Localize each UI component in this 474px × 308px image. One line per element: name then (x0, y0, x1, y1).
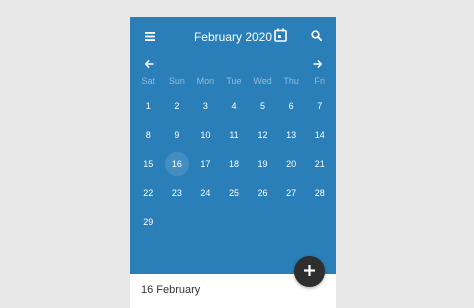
day-number: 14 (314, 129, 325, 140)
weekday-header: Sat Sun Mon Tue Wed Thu Fri (134, 73, 334, 89)
day-number: 16 (171, 158, 182, 169)
day-cell[interactable]: 5 (248, 91, 277, 120)
day-number: 10 (200, 129, 211, 140)
day-cell[interactable]: 15 (134, 149, 163, 178)
day-cell[interactable]: 6 (277, 91, 306, 120)
day-number: 18 (228, 158, 239, 169)
hamburger-menu-icon (145, 28, 155, 46)
day-number: 27 (286, 187, 297, 198)
day-cell[interactable]: 1 (134, 91, 163, 120)
previous-month-button[interactable] (134, 54, 164, 74)
day-number: 15 (143, 158, 154, 169)
day-cell[interactable]: 14 (305, 120, 334, 149)
day-number: 9 (174, 129, 180, 140)
arrow-right-icon (313, 55, 322, 73)
day-cell[interactable]: 20 (277, 149, 306, 178)
calendar-panel: February 2020 Sat Sun Mon Tue Wed Thu Fr… (130, 17, 336, 274)
day-cell[interactable]: 29 (134, 207, 163, 236)
day-number: 13 (286, 129, 297, 140)
day-number: 4 (231, 100, 237, 111)
day-number: 8 (145, 129, 151, 140)
today-button[interactable] (260, 17, 300, 57)
day-number: 29 (143, 216, 154, 227)
day-cell[interactable]: 17 (191, 149, 220, 178)
search-icon (310, 28, 322, 46)
day-cell[interactable]: 28 (305, 178, 334, 207)
day-cell[interactable]: 9 (163, 120, 192, 149)
day-cell[interactable]: 19 (248, 149, 277, 178)
day-number: 23 (171, 187, 182, 198)
day-number: 11 (229, 129, 239, 140)
weekday-label: Fri (314, 76, 325, 86)
calendar-icon (273, 28, 287, 47)
day-number: 1 (145, 100, 151, 111)
day-cell[interactable]: 12 (248, 120, 277, 149)
day-number: 7 (317, 100, 323, 111)
day-cell[interactable]: 21 (305, 149, 334, 178)
day-cell[interactable]: 8 (134, 120, 163, 149)
day-number: 21 (314, 158, 325, 169)
day-cell-selected[interactable]: 16 (163, 149, 192, 178)
day-number: 6 (288, 100, 294, 111)
top-bar: February 2020 (130, 17, 336, 57)
menu-button[interactable] (130, 17, 170, 57)
day-grid: 1 2 3 4 5 6 7 8 9 10 11 12 13 14 15 16 17 18 19 20 21 22 23 24 2… (134, 91, 334, 236)
day-cell[interactable]: 23 (163, 178, 192, 207)
day-number: 25 (228, 187, 239, 198)
day-number: 19 (257, 158, 268, 169)
day-number: 24 (200, 187, 211, 198)
day-cell[interactable]: 10 (191, 120, 220, 149)
weekday-label: Mon (196, 76, 215, 86)
day-cell[interactable]: 3 (191, 91, 220, 120)
day-number: 3 (202, 100, 208, 111)
weekday-label: Wed (253, 76, 272, 86)
day-number: 12 (257, 129, 268, 140)
day-cell[interactable]: 11 (220, 120, 249, 149)
day-cell[interactable]: 18 (220, 149, 249, 178)
day-cell[interactable]: 7 (305, 91, 334, 120)
day-cell[interactable]: 26 (248, 178, 277, 207)
day-number: 28 (314, 187, 325, 198)
day-cell[interactable]: 2 (163, 91, 192, 120)
day-number: 5 (260, 100, 266, 111)
search-button[interactable] (296, 17, 336, 57)
day-cell[interactable]: 22 (134, 178, 163, 207)
day-cell[interactable]: 27 (277, 178, 306, 207)
day-cell[interactable]: 13 (277, 120, 306, 149)
selected-date-label: 16 February (141, 284, 201, 296)
weekday-label: Sun (168, 76, 185, 86)
weekday-label: Tue (226, 76, 242, 86)
weekday-label: Thu (283, 76, 299, 86)
day-number: 17 (200, 158, 211, 169)
day-cell[interactable]: 24 (191, 178, 220, 207)
next-month-button[interactable] (302, 54, 332, 74)
weekday-label: Sat (141, 76, 156, 86)
plus-icon (304, 263, 315, 281)
day-cell[interactable]: 25 (220, 178, 249, 207)
day-number: 20 (286, 158, 297, 169)
day-cell[interactable]: 4 (220, 91, 249, 120)
day-number: 26 (257, 187, 268, 198)
day-number: 2 (174, 100, 180, 111)
arrow-left-icon (144, 55, 154, 73)
month-navigation (130, 54, 336, 74)
add-event-button[interactable] (294, 256, 325, 287)
day-number: 22 (143, 187, 154, 198)
